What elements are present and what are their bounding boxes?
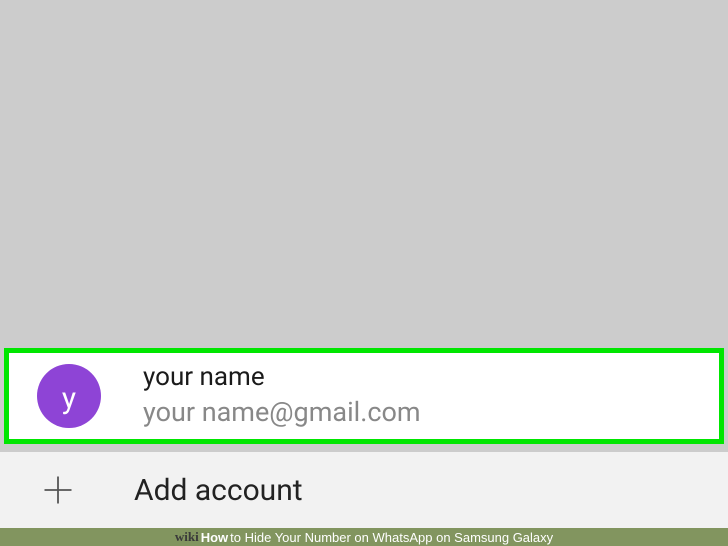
watermark-bar: wikiHow to Hide Your Number on WhatsApp …	[0, 528, 728, 546]
account-email: your name@gmail.com	[143, 395, 421, 430]
top-spacer	[0, 0, 728, 348]
account-text: your name your name@gmail.com	[143, 362, 421, 430]
add-account-label: Add account	[134, 473, 303, 508]
avatar-letter: y	[62, 381, 76, 416]
account-row[interactable]: y your name your name@gmail.com	[4, 348, 724, 444]
watermark-how: How	[201, 530, 228, 545]
add-account-row[interactable]: Add account	[0, 452, 728, 528]
plus-icon	[38, 470, 78, 510]
account-name: your name	[143, 362, 421, 393]
avatar: y	[37, 364, 101, 428]
watermark-title: to Hide Your Number on WhatsApp on Samsu…	[230, 530, 553, 545]
watermark-wiki: wiki	[175, 529, 199, 545]
